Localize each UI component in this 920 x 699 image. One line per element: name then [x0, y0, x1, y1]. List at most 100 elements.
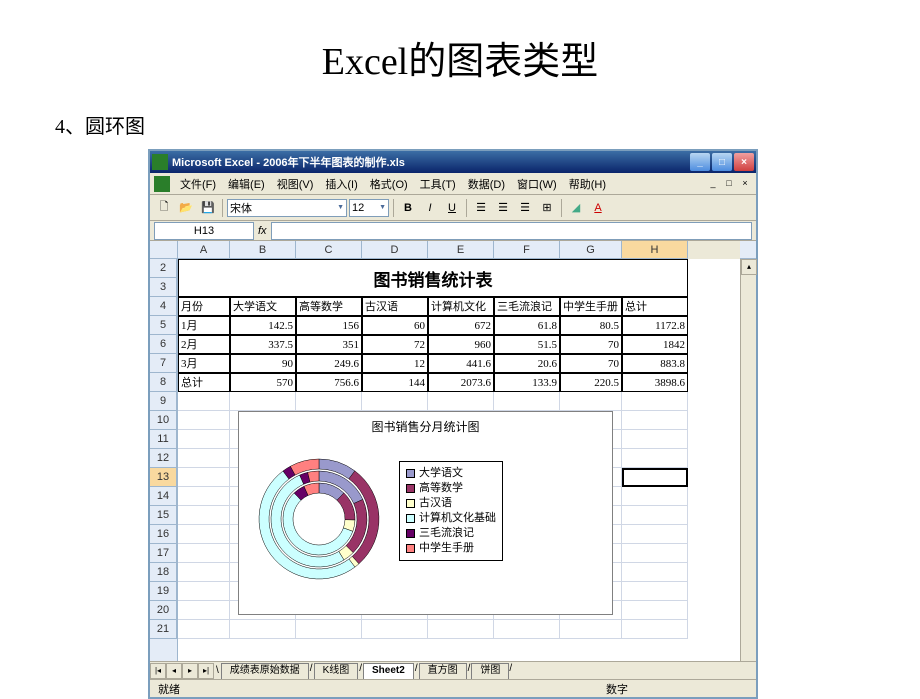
table-cell[interactable]: 144	[362, 373, 428, 392]
table-header[interactable]: 计算机文化	[428, 297, 494, 316]
menu-help[interactable]: 帮助(H)	[563, 174, 612, 194]
row-header-5[interactable]: 5	[150, 316, 177, 335]
table-cell[interactable]: 70	[560, 335, 622, 354]
doc-close-button[interactable]: ×	[738, 178, 752, 190]
column-header-A[interactable]: A	[178, 241, 230, 259]
embedded-chart[interactable]: 图书销售分月统计图 大学语文高等数学古汉语计算机文化基础三毛流浪记中学生手册	[238, 411, 613, 615]
table-cell[interactable]: 1172.8	[622, 316, 688, 335]
table-cell[interactable]: 90	[230, 354, 296, 373]
row-header-18[interactable]: 18	[150, 563, 177, 582]
tab-prev-button[interactable]: ◂	[166, 663, 182, 679]
align-left-icon[interactable]: ☰	[471, 198, 491, 218]
table-cell[interactable]: 337.5	[230, 335, 296, 354]
table-cell[interactable]: 70	[560, 354, 622, 373]
table-header[interactable]: 高等数学	[296, 297, 362, 316]
row-header-17[interactable]: 17	[150, 544, 177, 563]
row-header-10[interactable]: 10	[150, 411, 177, 430]
column-header-B[interactable]: B	[230, 241, 296, 259]
column-header-F[interactable]: F	[494, 241, 560, 259]
underline-icon[interactable]: U	[442, 198, 462, 218]
row-header-4[interactable]: 4	[150, 297, 177, 316]
bold-icon[interactable]: B	[398, 198, 418, 218]
row-header-11[interactable]: 11	[150, 430, 177, 449]
align-right-icon[interactable]: ☰	[515, 198, 535, 218]
row-header-7[interactable]: 7	[150, 354, 177, 373]
table-cell[interactable]: 133.9	[494, 373, 560, 392]
menu-insert[interactable]: 插入(I)	[319, 174, 363, 194]
row-header-21[interactable]: 21	[150, 620, 177, 639]
table-cell[interactable]: 12	[362, 354, 428, 373]
font-name-select[interactable]: 宋体 ▼	[227, 199, 347, 217]
table-cell[interactable]: 51.5	[494, 335, 560, 354]
close-button[interactable]: ×	[734, 153, 754, 171]
table-header[interactable]: 月份	[178, 297, 230, 316]
formula-bar[interactable]	[271, 222, 752, 240]
select-all-corner[interactable]	[150, 241, 178, 259]
table-cell[interactable]: 2073.6	[428, 373, 494, 392]
sheet-tab[interactable]: 饼图	[471, 663, 509, 679]
table-cell[interactable]: 441.6	[428, 354, 494, 373]
table-cell[interactable]: 72	[362, 335, 428, 354]
table-cell[interactable]: 220.5	[560, 373, 622, 392]
table-cell[interactable]: 756.6	[296, 373, 362, 392]
table-cell[interactable]: 2月	[178, 335, 230, 354]
minimize-button[interactable]: _	[690, 153, 710, 171]
doc-restore-button[interactable]: □	[722, 178, 736, 190]
table-cell[interactable]: 1月	[178, 316, 230, 335]
row-header-14[interactable]: 14	[150, 487, 177, 506]
cells-area[interactable]: 月份大学语文高等数学古汉语计算机文化三毛流浪记中学生手册总计1月142.5156…	[178, 259, 740, 661]
table-cell[interactable]: 142.5	[230, 316, 296, 335]
sheet-tab[interactable]: 成绩表原始数据	[221, 663, 309, 679]
name-box[interactable]: H13	[154, 222, 254, 240]
menu-data[interactable]: 数据(D)	[462, 174, 511, 194]
tab-last-button[interactable]: ▸|	[198, 663, 214, 679]
open-icon[interactable]: 📂	[176, 198, 196, 218]
table-cell[interactable]: 960	[428, 335, 494, 354]
table-cell[interactable]: 3月	[178, 354, 230, 373]
tab-first-button[interactable]: |◂	[150, 663, 166, 679]
align-center-icon[interactable]: ☰	[493, 198, 513, 218]
sheet-tab[interactable]: 直方图	[419, 663, 467, 679]
table-cell[interactable]: 61.8	[494, 316, 560, 335]
table-cell[interactable]: 20.6	[494, 354, 560, 373]
menu-file[interactable]: 文件(F)	[174, 174, 222, 194]
table-cell[interactable]: 总计	[178, 373, 230, 392]
row-header-9[interactable]: 9	[150, 392, 177, 411]
column-header-H[interactable]: H	[622, 241, 688, 259]
font-color-icon[interactable]: A	[588, 198, 608, 218]
sheet-tab[interactable]: K线图	[314, 663, 359, 679]
table-header[interactable]: 中学生手册	[560, 297, 622, 316]
table-cell[interactable]: 80.5	[560, 316, 622, 335]
sheet-tab[interactable]: Sheet2	[363, 663, 414, 679]
row-header-13[interactable]: 13	[150, 468, 177, 487]
table-cell[interactable]: 883.8	[622, 354, 688, 373]
menu-tools[interactable]: 工具(T)	[414, 174, 462, 194]
table-cell[interactable]: 60	[362, 316, 428, 335]
column-header-C[interactable]: C	[296, 241, 362, 259]
row-header-15[interactable]: 15	[150, 506, 177, 525]
row-header-8[interactable]: 8	[150, 373, 177, 392]
table-cell[interactable]: 570	[230, 373, 296, 392]
merge-icon[interactable]: ⊞	[537, 198, 557, 218]
menu-edit[interactable]: 编辑(E)	[222, 174, 271, 194]
table-header[interactable]: 大学语文	[230, 297, 296, 316]
table-cell[interactable]: 1842	[622, 335, 688, 354]
table-header[interactable]: 总计	[622, 297, 688, 316]
save-icon[interactable]: 💾	[198, 198, 218, 218]
row-header-12[interactable]: 12	[150, 449, 177, 468]
table-cell[interactable]: 672	[428, 316, 494, 335]
menu-view[interactable]: 视图(V)	[271, 174, 320, 194]
row-header-6[interactable]: 6	[150, 335, 177, 354]
italic-icon[interactable]: I	[420, 198, 440, 218]
column-header-E[interactable]: E	[428, 241, 494, 259]
column-header-D[interactable]: D	[362, 241, 428, 259]
maximize-button[interactable]: □	[712, 153, 732, 171]
table-header[interactable]: 三毛流浪记	[494, 297, 560, 316]
row-header-20[interactable]: 20	[150, 601, 177, 620]
row-header-19[interactable]: 19	[150, 582, 177, 601]
table-cell[interactable]: 249.6	[296, 354, 362, 373]
scroll-up-button[interactable]: ▴	[741, 259, 757, 275]
table-cell[interactable]: 156	[296, 316, 362, 335]
row-header-3[interactable]: 3	[150, 278, 177, 297]
table-cell[interactable]: 351	[296, 335, 362, 354]
